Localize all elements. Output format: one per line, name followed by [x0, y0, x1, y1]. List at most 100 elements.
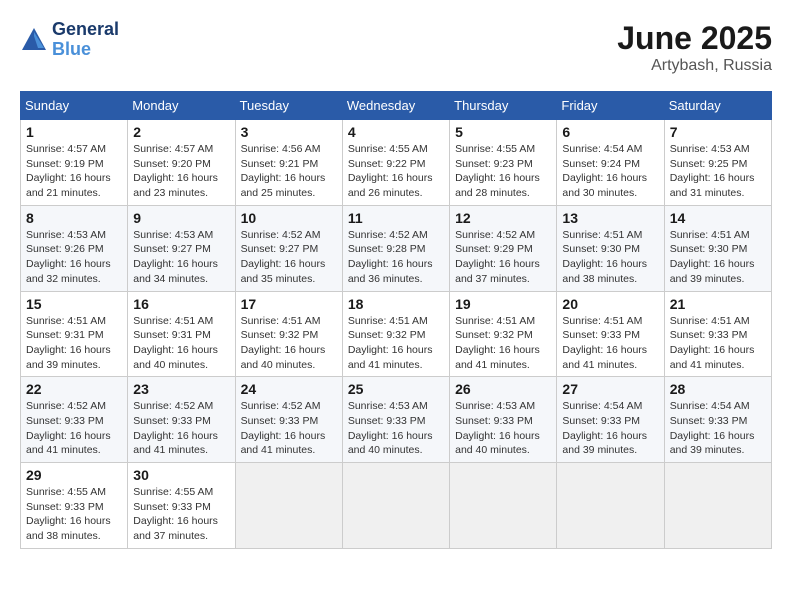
calendar-cell: 4Sunrise: 4:55 AMSunset: 9:22 PMDaylight… [342, 120, 449, 206]
day-number: 2 [133, 124, 229, 140]
calendar-week-row: 29 Sunrise: 4:55 AMSunset: 9:33 PMDayligh… [21, 463, 772, 549]
calendar-cell: 22 Sunrise: 4:52 AMSunset: 9:33 PMDayligh… [21, 377, 128, 463]
day-number: 12 [455, 210, 551, 226]
calendar-cell: 19 Sunrise: 4:51 AMSunset: 9:32 PMDayligh… [450, 291, 557, 377]
day-info: Sunrise: 4:55 AMSunset: 9:33 PMDaylight:… [26, 485, 122, 544]
day-number: 27 [562, 381, 658, 397]
calendar-cell: 26 Sunrise: 4:53 AMSunset: 9:33 PMDayligh… [450, 377, 557, 463]
calendar-cell: 20 Sunrise: 4:51 AMSunset: 9:33 PMDayligh… [557, 291, 664, 377]
day-of-week-header: Saturday [664, 92, 771, 120]
day-number: 29 [26, 467, 122, 483]
day-info: Sunrise: 4:51 AMSunset: 9:31 PMDaylight:… [133, 314, 229, 373]
day-info: Sunrise: 4:52 AMSunset: 9:27 PMDaylight:… [241, 228, 337, 287]
day-number: 9 [133, 210, 229, 226]
calendar-cell: 12 Sunrise: 4:52 AMSunset: 9:29 PMDayligh… [450, 205, 557, 291]
day-number: 7 [670, 124, 766, 140]
day-info: Sunrise: 4:54 AMSunset: 9:24 PMDaylight:… [562, 142, 658, 201]
calendar-cell: 3 Sunrise: 4:56 AMSunset: 9:21 PMDaylight… [235, 120, 342, 206]
day-number: 24 [241, 381, 337, 397]
calendar-cell: 14 Sunrise: 4:51 AMSunset: 9:30 PMDayligh… [664, 205, 771, 291]
day-number: 14 [670, 210, 766, 226]
calendar-cell: 25 Sunrise: 4:53 AMSunset: 9:33 PMDayligh… [342, 377, 449, 463]
calendar-cell: 8 Sunrise: 4:53 AMSunset: 9:26 PMDaylight… [21, 205, 128, 291]
calendar-header-row: SundayMondayTuesdayWednesdayThursdayFrid… [21, 92, 772, 120]
day-number: 21 [670, 296, 766, 312]
calendar-cell: 2 Sunrise: 4:57 AMSunset: 9:20 PMDaylight… [128, 120, 235, 206]
day-number: 28 [670, 381, 766, 397]
calendar-cell [664, 463, 771, 549]
calendar-cell: 16 Sunrise: 4:51 AMSunset: 9:31 PMDayligh… [128, 291, 235, 377]
calendar-cell: 7 Sunrise: 4:53 AMSunset: 9:25 PMDaylight… [664, 120, 771, 206]
day-info: Sunrise: 4:53 AMSunset: 9:26 PMDaylight:… [26, 228, 122, 287]
day-of-week-header: Thursday [450, 92, 557, 120]
day-info: Sunrise: 4:53 AMSunset: 9:33 PMDaylight:… [455, 399, 551, 458]
logo-icon [20, 26, 48, 54]
day-info: Sunrise: 4:53 AMSunset: 9:33 PMDaylight:… [348, 399, 444, 458]
day-number: 23 [133, 381, 229, 397]
calendar-cell: 18Sunrise: 4:51 AMSunset: 9:32 PMDayligh… [342, 291, 449, 377]
calendar-cell: 5 Sunrise: 4:55 AMSunset: 9:23 PMDaylight… [450, 120, 557, 206]
day-info: Sunrise: 4:55 AMSunset: 9:22 PMDaylight:… [348, 142, 444, 201]
day-of-week-header: Monday [128, 92, 235, 120]
location-subtitle: Artybash, Russia [617, 57, 772, 75]
day-info: Sunrise: 4:56 AMSunset: 9:21 PMDaylight:… [241, 142, 337, 201]
day-info: Sunrise: 4:55 AMSunset: 9:23 PMDaylight:… [455, 142, 551, 201]
calendar-week-row: 8 Sunrise: 4:53 AMSunset: 9:26 PMDaylight… [21, 205, 772, 291]
day-info: Sunrise: 4:54 AMSunset: 9:33 PMDaylight:… [562, 399, 658, 458]
calendar-cell [342, 463, 449, 549]
calendar-cell: 10 Sunrise: 4:52 AMSunset: 9:27 PMDayligh… [235, 205, 342, 291]
day-number: 10 [241, 210, 337, 226]
day-info: Sunrise: 4:51 AMSunset: 9:32 PMDaylight:… [455, 314, 551, 373]
day-info: Sunrise: 4:51 AMSunset: 9:30 PMDaylight:… [562, 228, 658, 287]
calendar-week-row: 15 Sunrise: 4:51 AMSunset: 9:31 PMDayligh… [21, 291, 772, 377]
day-info: Sunrise: 4:53 AMSunset: 9:25 PMDaylight:… [670, 142, 766, 201]
day-number: 26 [455, 381, 551, 397]
calendar-cell: 24 Sunrise: 4:52 AMSunset: 9:33 PMDayligh… [235, 377, 342, 463]
day-of-week-header: Friday [557, 92, 664, 120]
day-number: 5 [455, 124, 551, 140]
calendar-body: 1Sunrise: 4:57 AMSunset: 9:19 PMDaylight… [21, 120, 772, 549]
day-number: 19 [455, 296, 551, 312]
day-info: Sunrise: 4:52 AMSunset: 9:33 PMDaylight:… [26, 399, 122, 458]
calendar-cell: 17Sunrise: 4:51 AMSunset: 9:32 PMDayligh… [235, 291, 342, 377]
calendar-cell: 23 Sunrise: 4:52 AMSunset: 9:33 PMDayligh… [128, 377, 235, 463]
title-block: June 2025 Artybash, Russia [617, 20, 772, 75]
day-number: 8 [26, 210, 122, 226]
logo: General Blue [20, 20, 119, 60]
day-info: Sunrise: 4:52 AMSunset: 9:33 PMDaylight:… [241, 399, 337, 458]
day-info: Sunrise: 4:52 AMSunset: 9:29 PMDaylight:… [455, 228, 551, 287]
calendar-cell [557, 463, 664, 549]
calendar-cell: 9 Sunrise: 4:53 AMSunset: 9:27 PMDaylight… [128, 205, 235, 291]
day-info: Sunrise: 4:55 AMSunset: 9:33 PMDaylight:… [133, 485, 229, 544]
day-info: Sunrise: 4:51 AMSunset: 9:33 PMDaylight:… [670, 314, 766, 373]
month-title: June 2025 [617, 20, 772, 57]
page-header: General Blue June 2025 Artybash, Russia [20, 20, 772, 75]
calendar-table: SundayMondayTuesdayWednesdayThursdayFrid… [20, 91, 772, 549]
day-number: 25 [348, 381, 444, 397]
day-info: Sunrise: 4:51 AMSunset: 9:30 PMDaylight:… [670, 228, 766, 287]
day-number: 30 [133, 467, 229, 483]
calendar-cell: 13Sunrise: 4:51 AMSunset: 9:30 PMDayligh… [557, 205, 664, 291]
calendar-cell: 27 Sunrise: 4:54 AMSunset: 9:33 PMDayligh… [557, 377, 664, 463]
calendar-cell: 6Sunrise: 4:54 AMSunset: 9:24 PMDaylight… [557, 120, 664, 206]
day-number: 15 [26, 296, 122, 312]
day-info: Sunrise: 4:51 AMSunset: 9:32 PMDaylight:… [241, 314, 337, 373]
day-number: 16 [133, 296, 229, 312]
day-info: Sunrise: 4:51 AMSunset: 9:33 PMDaylight:… [562, 314, 658, 373]
day-of-week-header: Sunday [21, 92, 128, 120]
day-of-week-header: Tuesday [235, 92, 342, 120]
day-info: Sunrise: 4:52 AMSunset: 9:28 PMDaylight:… [348, 228, 444, 287]
calendar-cell: 15Sunrise: 4:51 AMSunset: 9:31 PMDayligh… [21, 291, 128, 377]
day-info: Sunrise: 4:57 AMSunset: 9:20 PMDaylight:… [133, 142, 229, 201]
calendar-cell: 28 Sunrise: 4:54 AMSunset: 9:33 PMDayligh… [664, 377, 771, 463]
day-number: 20 [562, 296, 658, 312]
day-info: Sunrise: 4:53 AMSunset: 9:27 PMDaylight:… [133, 228, 229, 287]
day-number: 22 [26, 381, 122, 397]
day-info: Sunrise: 4:54 AMSunset: 9:33 PMDaylight:… [670, 399, 766, 458]
day-number: 3 [241, 124, 337, 140]
logo-text: General Blue [52, 20, 119, 60]
day-number: 11 [348, 210, 444, 226]
day-info: Sunrise: 4:52 AMSunset: 9:33 PMDaylight:… [133, 399, 229, 458]
calendar-week-row: 1Sunrise: 4:57 AMSunset: 9:19 PMDaylight… [21, 120, 772, 206]
calendar-cell: 30 Sunrise: 4:55 AMSunset: 9:33 PMDayligh… [128, 463, 235, 549]
